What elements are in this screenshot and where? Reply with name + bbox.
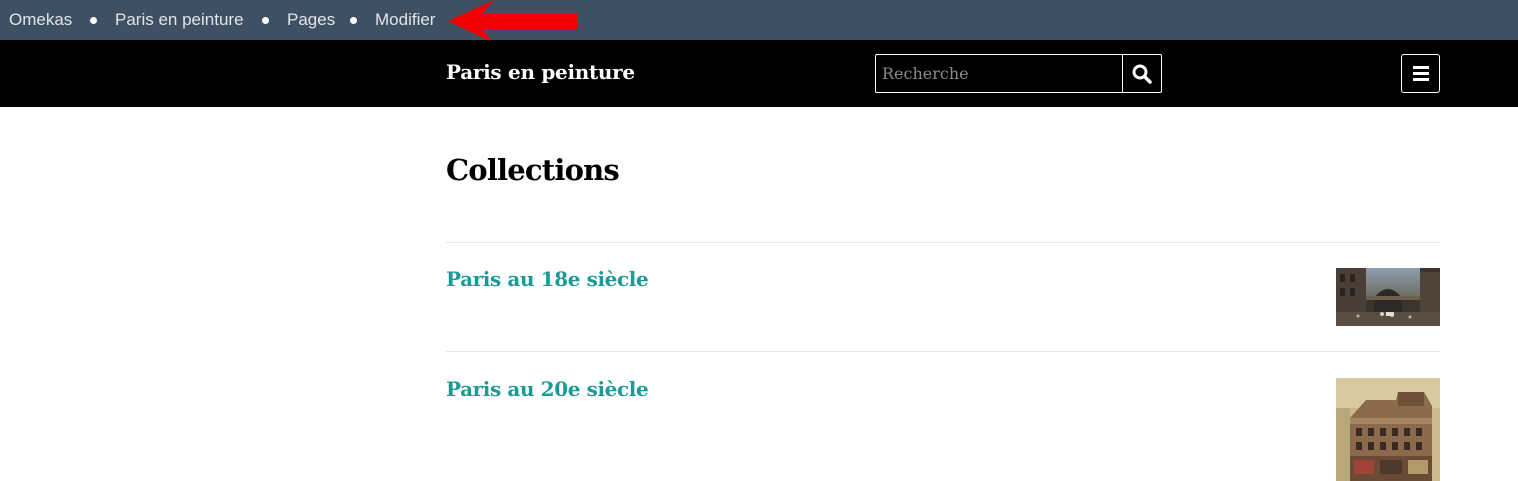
collection-link-20e[interactable]: Paris au 20e siècle [446,377,649,401]
breadcrumb-omekas[interactable]: Omekas [9,10,72,30]
collection-thumbnail-20e[interactable] [1336,378,1440,481]
divider [446,242,1440,243]
breadcrumb-separator [350,17,357,24]
admin-bar: Omekas Paris en peinture Pages Modifier [0,0,1518,40]
site-title[interactable]: Paris en peinture [446,60,635,84]
painting-thumbnail [1336,378,1440,481]
annotation-arrow-icon [448,0,578,43]
menu-button[interactable] [1401,54,1440,93]
divider [446,351,1440,352]
search-icon [1132,64,1152,84]
search-form [875,54,1162,93]
site-header: Paris en peinture [0,40,1518,107]
breadcrumb-site[interactable]: Paris en peinture [115,10,244,30]
collection-thumbnail-18e[interactable] [1336,268,1440,326]
hamburger-icon [1412,66,1429,69]
search-input[interactable] [876,55,1123,92]
page-title: Collections [446,153,620,187]
collection-link-18e[interactable]: Paris au 18e siècle [446,267,649,291]
breadcrumb-pages[interactable]: Pages [287,10,335,30]
breadcrumb-separator [90,17,97,24]
breadcrumb-modifier[interactable]: Modifier [375,10,435,30]
breadcrumb-separator [262,17,269,24]
painting-thumbnail [1336,268,1440,326]
search-button[interactable] [1122,55,1161,92]
